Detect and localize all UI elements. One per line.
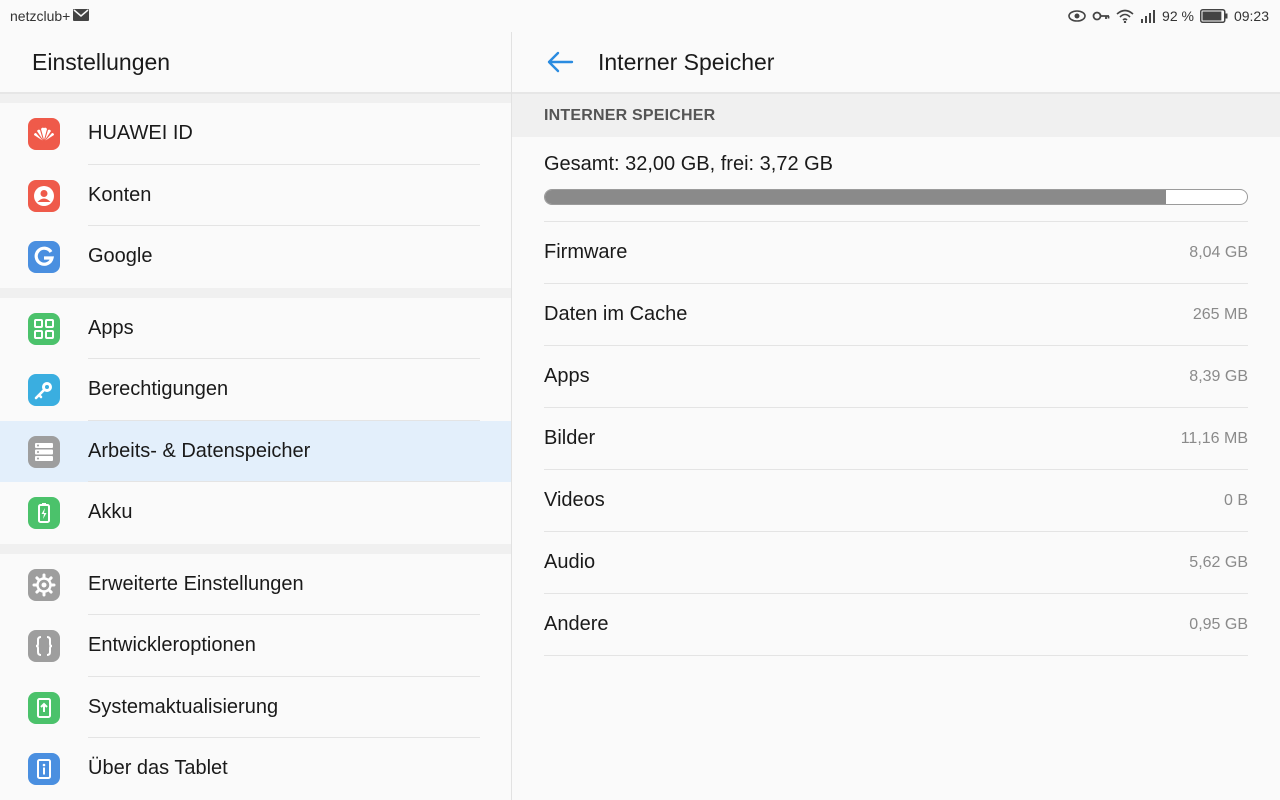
storage-row-value: 265 MB <box>1192 305 1248 323</box>
braces-icon <box>28 630 60 662</box>
sidebar-item-label: Akku <box>88 501 133 524</box>
settings-title: Einstellungen <box>32 48 171 75</box>
status-bar-right: 92 % 09:23 <box>1068 8 1269 24</box>
storage-usage-bar <box>544 185 1248 222</box>
system-update-icon <box>28 691 60 724</box>
sidebar-item-label: Über das Tablet <box>88 757 228 780</box>
gear-icon <box>28 568 60 601</box>
clock: 09:23 <box>1233 8 1269 24</box>
apps-grid-icon <box>28 312 60 345</box>
status-bar-left: netzclub+ <box>10 8 90 24</box>
account-icon <box>28 179 60 212</box>
storage-bar-track <box>544 189 1248 205</box>
eye-icon <box>1068 10 1086 22</box>
sidebar-item-label: Erweiterte Einstellungen <box>88 572 304 595</box>
storage-row-apps[interactable]: Apps 8,39 GB <box>544 346 1248 408</box>
storage-category-list: Firmware 8,04 GB Daten im Cache 265 MB Apps 8… <box>512 222 1280 656</box>
section-header: INTERNER SPEICHER <box>512 94 1280 137</box>
storage-row-label: Andere <box>544 613 609 635</box>
sidebar-item-berechtigungen[interactable]: Berechtigungen <box>0 359 511 421</box>
storage-row-label: Daten im Cache <box>544 303 688 325</box>
sidebar-item-label: Berechtigungen <box>88 378 229 401</box>
battery-icon <box>28 497 60 529</box>
group-spacer <box>0 287 511 298</box>
storage-row-daten-im-cache[interactable]: Daten im Cache 265 MB <box>544 284 1248 346</box>
storage-title: Interner Speicher <box>598 48 775 75</box>
sidebar-item-google[interactable]: Google <box>0 226 511 288</box>
storage-header: Interner Speicher <box>512 32 1280 94</box>
storage-row-label: Apps <box>544 365 590 387</box>
group-spacer <box>0 94 511 103</box>
sidebar-item-label: HUAWEI ID <box>88 122 193 145</box>
storage-row-label: Bilder <box>544 427 596 449</box>
storage-bar-fill <box>545 190 1166 204</box>
sidebar-item-apps[interactable]: Apps <box>0 298 511 359</box>
carrier-name: netzclub+ <box>10 8 71 24</box>
sidebar-item-arbeits-und-datenspeicher[interactable]: Arbeits- & Datenspeicher <box>0 420 511 482</box>
storage-row-value: 8,39 GB <box>1189 367 1248 385</box>
storage-row-audio[interactable]: Audio 5,62 GB <box>544 532 1248 594</box>
storage-summary: Gesamt: 32,00 GB, frei: 3,72 GB <box>544 153 834 175</box>
sidebar-item-label: Google <box>88 245 153 268</box>
storage-row-value: 0 B <box>1223 491 1248 509</box>
status-bar: netzclub+ 92 % 09:23 <box>0 0 1280 32</box>
storage-row-andere[interactable]: Andere 0,95 GB <box>544 594 1248 656</box>
mail-icon <box>73 8 90 24</box>
wifi-icon <box>1116 9 1134 23</box>
storage-row-value: 0,95 GB <box>1189 615 1248 633</box>
sidebar-item-label: Konten <box>88 183 152 206</box>
storage-row-label: Videos <box>544 489 605 511</box>
storage-row-videos[interactable]: Videos 0 B <box>544 470 1248 532</box>
info-icon <box>28 753 60 785</box>
sidebar-item-label: Apps <box>88 316 134 339</box>
sidebar-item-erweiterte-einstellungen[interactable]: Erweiterte Einstellungen <box>0 554 511 615</box>
sidebar-item-label: Arbeits- & Datenspeicher <box>88 439 311 462</box>
huawei-icon <box>28 118 60 150</box>
battery-percent: 92 % <box>1162 8 1194 24</box>
storage-row-value: 5,62 GB <box>1189 553 1248 571</box>
storage-row-label: Firmware <box>544 241 628 263</box>
sidebar-item-label: Systemaktualisierung <box>88 695 279 718</box>
storage-detail-pane: Interner Speicher INTERNER SPEICHER Gesa… <box>512 32 1280 800</box>
storage-icon <box>28 435 60 468</box>
battery-icon <box>1199 9 1228 23</box>
vpn-key-icon <box>1092 10 1110 22</box>
sidebar-item-systemaktualisierung[interactable]: Systemaktualisierung <box>0 677 511 738</box>
sidebar-item-akku[interactable]: Akku <box>0 482 511 544</box>
storage-row-firmware[interactable]: Firmware 8,04 GB <box>544 222 1248 284</box>
back-arrow-icon[interactable] <box>544 46 576 78</box>
group-spacer <box>0 543 511 554</box>
storage-row-value: 11,16 MB <box>1180 429 1248 447</box>
key-icon <box>28 374 60 406</box>
settings-list-pane: Einstellungen HUAWEI ID Konten Google Apps B… <box>0 32 511 800</box>
storage-row-bilder[interactable]: Bilder 11,16 MB <box>544 408 1248 470</box>
settings-header: Einstellungen <box>0 32 511 94</box>
storage-row-label: Audio <box>544 551 596 573</box>
settings-menu: HUAWEI ID Konten Google Apps Berechtigungen A… <box>0 94 511 800</box>
sidebar-item-label: Entwickleroptionen <box>88 634 256 657</box>
signal-strength-icon <box>1140 9 1156 23</box>
google-icon <box>28 241 60 273</box>
storage-row-value: 8,04 GB <box>1189 243 1248 261</box>
sidebar-item-entwickleroptionen[interactable]: Entwickleroptionen <box>0 615 511 677</box>
sidebar-item-konten[interactable]: Konten <box>0 165 511 226</box>
sidebar-item-ueber-das-tablet[interactable]: Über das Tablet <box>0 738 511 800</box>
sidebar-item-huawei-id[interactable]: HUAWEI ID <box>0 103 511 165</box>
